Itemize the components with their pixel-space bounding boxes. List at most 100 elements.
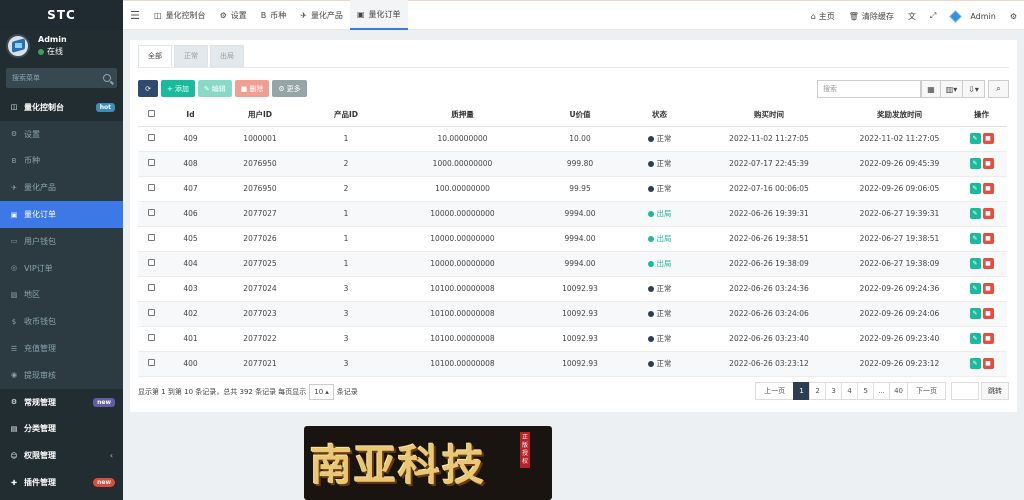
row-select-cell[interactable] bbox=[138, 276, 164, 302]
col-amount[interactable]: 质押量 bbox=[389, 103, 536, 127]
edit-row-button[interactable]: ✎ bbox=[969, 183, 981, 194]
table-row[interactable]: 403 2077024 3 10100.00000008 10092.93 正常 2022-… bbox=[138, 276, 1007, 302]
col-user-id[interactable]: 用户ID bbox=[217, 103, 303, 127]
refresh-button[interactable]: ⟳ bbox=[138, 80, 158, 97]
translate-icon[interactable]: 文 bbox=[901, 11, 923, 22]
page-size-select[interactable]: 10 ▴ bbox=[309, 384, 334, 400]
checkbox[interactable] bbox=[147, 159, 155, 166]
edit-row-button[interactable]: ✎ bbox=[969, 208, 981, 219]
edit-row-button[interactable]: ✎ bbox=[969, 133, 981, 144]
checkbox[interactable] bbox=[147, 259, 155, 266]
col-status[interactable]: 状态 bbox=[624, 103, 695, 127]
checkbox[interactable] bbox=[147, 209, 155, 216]
col-id[interactable]: Id bbox=[164, 103, 217, 127]
table-row[interactable]: 400 2077021 3 10100.00000008 10092.93 正常 2022-… bbox=[138, 351, 1007, 377]
checkbox[interactable] bbox=[147, 234, 155, 241]
brand-logo[interactable]: STC bbox=[0, 0, 123, 30]
delete-row-button[interactable]: ■ bbox=[982, 208, 994, 219]
export-icon[interactable]: ⇩▾ bbox=[962, 80, 985, 98]
sidebar-item-13[interactable]: ☺ 权限管理 ‹ bbox=[0, 442, 123, 469]
sidebar-item-2[interactable]: B 币种 bbox=[0, 147, 123, 175]
edit-row-button[interactable]: ✎ bbox=[969, 233, 981, 244]
page-button[interactable]: 4 bbox=[841, 382, 859, 400]
page-button[interactable]: 1 bbox=[793, 382, 811, 400]
sidebar-item-7[interactable]: ▨ 地区 bbox=[0, 281, 123, 309]
sidebar-item-8[interactable]: $ 收币钱包 bbox=[0, 308, 123, 336]
row-select-cell[interactable] bbox=[138, 251, 164, 277]
table-row[interactable]: 408 2076950 2 1000.00000000 999.80 正常 2022-07-… bbox=[138, 151, 1007, 177]
delete-row-button[interactable]: ■ bbox=[982, 233, 994, 244]
home-link[interactable]: ⌂ 主页 bbox=[804, 11, 842, 22]
settings-gear-icon[interactable]: ⚙ bbox=[1003, 12, 1024, 21]
sidebar-item-3[interactable]: ✈ 量化产品 bbox=[0, 174, 123, 202]
table-row[interactable]: 404 2077025 1 10000.00000000 9994.00 出局 2022-0… bbox=[138, 251, 1007, 277]
row-select-cell[interactable] bbox=[138, 351, 164, 377]
table-row[interactable]: 409 1000001 1 10.00000000 10.00 正常 2022-11-02 … bbox=[138, 126, 1007, 152]
edit-row-button[interactable]: ✎ bbox=[969, 308, 981, 319]
col-u-value[interactable]: U价值 bbox=[536, 103, 624, 127]
row-select-cell[interactable] bbox=[138, 151, 164, 177]
sidebar-search-input[interactable]: 搜索菜单 bbox=[6, 68, 117, 88]
sidebar-item-4[interactable]: ▣ 量化订单 bbox=[0, 201, 123, 228]
page-button[interactable]: ... bbox=[873, 382, 891, 400]
tab-all[interactable]: 全部 bbox=[138, 45, 172, 67]
prev-page-button[interactable]: 上一页 bbox=[755, 382, 795, 400]
sidebar-item-6[interactable]: ◎ VIP订单 bbox=[0, 254, 123, 282]
top-tab-2[interactable]: B 币种 bbox=[254, 0, 294, 30]
edit-row-button[interactable]: ✎ bbox=[969, 258, 981, 269]
next-page-button[interactable]: 下一页 bbox=[907, 382, 946, 400]
row-select-cell[interactable] bbox=[138, 301, 164, 327]
delete-row-button[interactable]: ■ bbox=[982, 258, 994, 269]
page-button[interactable]: 5 bbox=[857, 382, 875, 400]
edit-row-button[interactable]: ✎ bbox=[969, 358, 981, 369]
more-button[interactable]: ⚙ 更多 bbox=[272, 80, 307, 97]
edit-row-button[interactable]: ✎ bbox=[969, 333, 981, 344]
search-icon[interactable] bbox=[103, 74, 111, 82]
delete-row-button[interactable]: ■ bbox=[982, 133, 994, 144]
row-select-cell[interactable] bbox=[138, 176, 164, 202]
delete-row-button[interactable]: ■ bbox=[982, 358, 994, 369]
row-select-cell[interactable] bbox=[138, 201, 164, 227]
edit-row-button[interactable]: ✎ bbox=[969, 158, 981, 169]
row-select-cell[interactable] bbox=[138, 226, 164, 252]
row-select-cell[interactable] bbox=[138, 326, 164, 352]
col-reward-time[interactable]: 奖励发放时间 bbox=[843, 103, 956, 127]
col-buy-time[interactable]: 购买时间 bbox=[695, 103, 843, 127]
checkbox[interactable] bbox=[147, 334, 155, 341]
advanced-search-icon[interactable]: ⌕ bbox=[988, 80, 1009, 98]
menu-toggle-icon[interactable]: ☰ bbox=[123, 9, 147, 22]
table-search-input[interactable]: 搜索 bbox=[817, 80, 921, 98]
delete-row-button[interactable]: ■ bbox=[982, 183, 994, 194]
checkbox[interactable] bbox=[147, 309, 155, 316]
fullscreen-icon[interactable]: ⤢ bbox=[923, 11, 943, 21]
select-all-checkbox[interactable] bbox=[138, 103, 164, 127]
sidebar-item-10[interactable]: ◉ 提现审核 bbox=[0, 361, 123, 389]
table-row[interactable]: 402 2077023 3 10100.00000008 10092.93 正常 2022-… bbox=[138, 301, 1007, 327]
sidebar-item-5[interactable]: ▭ 用户钱包 bbox=[0, 227, 123, 255]
tab-normal[interactable]: 正常 bbox=[174, 45, 208, 67]
jump-page-input[interactable] bbox=[951, 382, 979, 400]
checkbox[interactable] bbox=[147, 109, 155, 117]
sidebar-item-1[interactable]: ⚙ 设置 bbox=[0, 120, 123, 148]
table-row[interactable]: 407 2076950 2 100.00000000 99.95 正常 2022-07-16… bbox=[138, 176, 1007, 202]
tab-out[interactable]: 出局 bbox=[210, 45, 244, 67]
delete-row-button[interactable]: ■ bbox=[982, 283, 994, 294]
sidebar-item-12[interactable]: ▤ 分类管理 bbox=[0, 416, 123, 443]
table-row[interactable]: 401 2077022 3 10100.00000008 10092.93 正常 2022-… bbox=[138, 326, 1007, 352]
page-button[interactable]: 40 bbox=[889, 382, 908, 400]
delete-row-button[interactable]: ■ bbox=[982, 308, 994, 319]
add-button[interactable]: + 添加 bbox=[161, 80, 195, 97]
sidebar-item-14[interactable]: ✚ 插件管理 new bbox=[0, 469, 123, 496]
page-button[interactable]: 3 bbox=[825, 382, 843, 400]
top-tab-4[interactable]: ▣ 量化订单 bbox=[349, 0, 408, 30]
delete-row-button[interactable]: ■ bbox=[982, 158, 994, 169]
clear-cache-button[interactable]: 🗑 清除缓存 bbox=[842, 11, 901, 22]
table-row[interactable]: 405 2077026 1 10000.00000000 9994.00 出局 2022-0… bbox=[138, 226, 1007, 252]
columns-icon[interactable]: ▥▾ bbox=[940, 80, 963, 98]
row-select-cell[interactable] bbox=[138, 126, 164, 152]
jump-button[interactable]: 跳转 bbox=[981, 382, 1009, 400]
sidebar-item-9[interactable]: ☰ 充值管理 bbox=[0, 335, 123, 362]
checkbox[interactable] bbox=[147, 134, 155, 141]
delete-button[interactable]: ■ 删除 bbox=[234, 80, 270, 97]
table-row[interactable]: 406 2077027 1 10000.00000000 9994.00 出局 2022-0… bbox=[138, 201, 1007, 227]
